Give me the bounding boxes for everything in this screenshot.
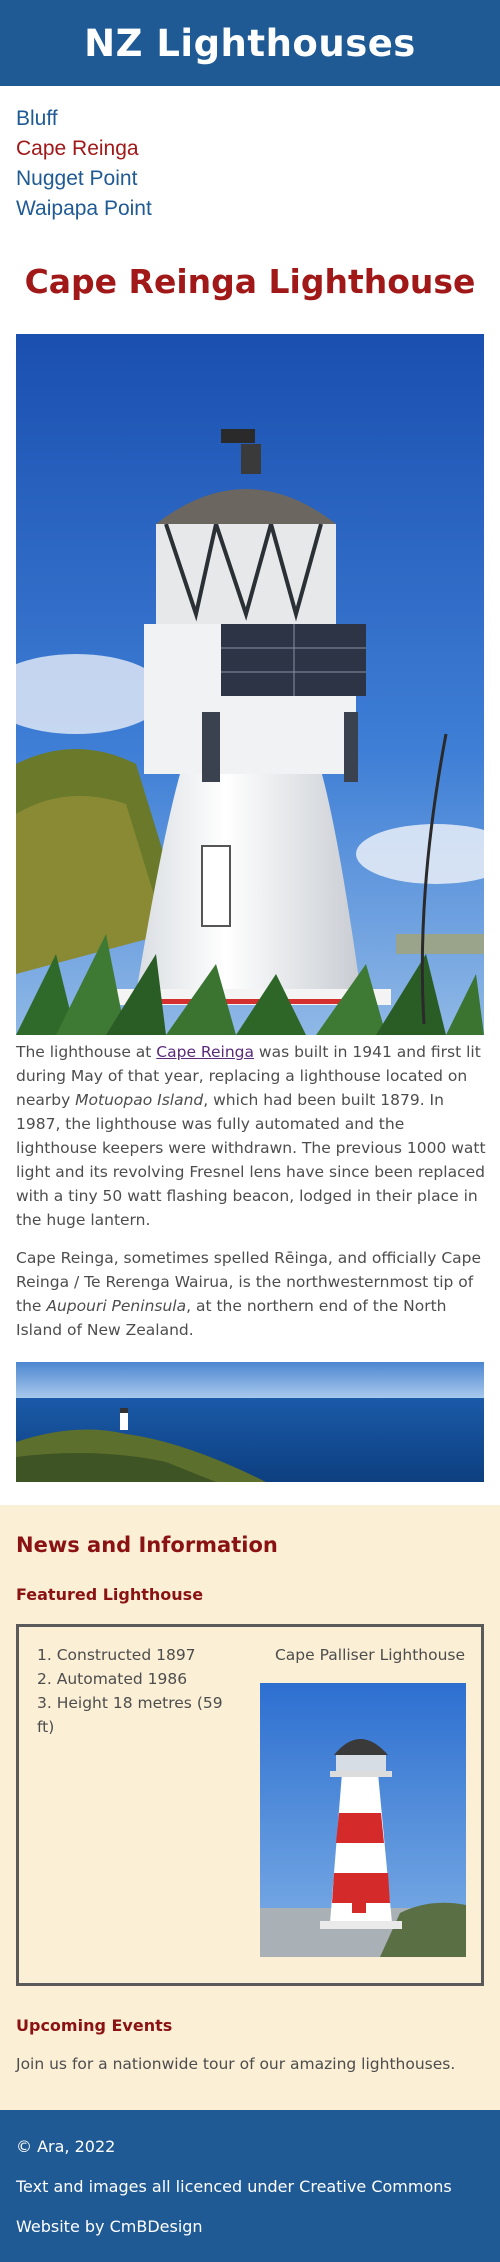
article-paragraph-2: Cape Reinga, sometimes spelled Rēinga, a…: [16, 1249, 482, 1339]
news-section: News and Information Featured Lighthouse…: [0, 1505, 500, 2110]
nav-link-nugget-point[interactable]: Nugget Point: [16, 164, 484, 194]
fact-item: 1. Constructed 1897: [37, 1646, 196, 1664]
featured-lighthouse-box: 1. Constructed 1897 2. Automated 1986 3.…: [16, 1624, 484, 1986]
coastline-photo: [16, 1362, 484, 1482]
nav-link-cape-reinga[interactable]: Cape Reinga: [16, 134, 484, 164]
lighthouse-facts-list: 1. Constructed 1897 2. Automated 1986 3.…: [37, 1643, 237, 1739]
fact-item: 3. Height 18 metres (59 ft): [37, 1694, 223, 1736]
featured-caption: Cape Palliser Lighthouse: [274, 1646, 466, 1664]
aupouri-peninsula-text: Aupouri Peninsula: [46, 1297, 187, 1315]
cape-palliser-photo: [260, 1683, 466, 1957]
main-nav: Bluff Cape Reinga Nugget Point Waipapa P…: [0, 86, 500, 224]
footer-credit: Website by CmBDesign: [16, 2217, 203, 2236]
events-text: Join us for a nationwide tour of our ama…: [16, 2055, 456, 2073]
cape-reinga-link[interactable]: Cape Reinga: [156, 1043, 254, 1061]
fact-item: 2. Automated 1986: [37, 1670, 188, 1688]
lighthouse-photo: [16, 334, 484, 1035]
featured-heading: Featured Lighthouse: [16, 1585, 204, 1604]
site-footer: © Ara, 2022 Text and images all licenced…: [0, 2110, 500, 2262]
events-heading: Upcoming Events: [16, 2016, 173, 2035]
footer-copyright: © Ara, 2022: [16, 2137, 116, 2156]
page-title: Cape Reinga Lighthouse: [24, 262, 476, 301]
article-body: The lighthouse at Cape Reinga was built …: [16, 1040, 486, 1356]
article-paragraph-1: The lighthouse at Cape Reinga was built …: [16, 1043, 486, 1229]
nav-link-waipapa-point[interactable]: Waipapa Point: [16, 194, 484, 224]
site-title: NZ Lighthouses: [84, 21, 416, 65]
nav-link-bluff[interactable]: Bluff: [16, 104, 484, 134]
news-heading: News and Information: [16, 1533, 278, 1557]
motuopao-island-text: Motuopao Island: [75, 1091, 204, 1109]
site-header: NZ Lighthouses: [0, 0, 500, 86]
footer-licence: Text and images all licenced under Creat…: [16, 2177, 452, 2196]
